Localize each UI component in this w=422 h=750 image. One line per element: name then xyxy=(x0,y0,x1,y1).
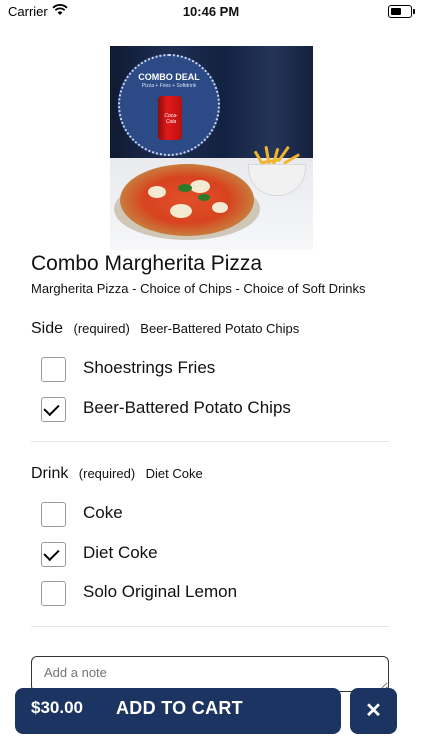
option-label: Coke xyxy=(83,503,123,522)
option-beer-battered-chips[interactable]: Beer-Battered Potato Chips xyxy=(41,397,381,425)
option-group-drink: Drink (required) Diet Coke xyxy=(31,465,203,483)
pizza-image xyxy=(120,164,254,236)
add-to-cart-button[interactable]: $30.00 ADD TO CART xyxy=(15,688,341,734)
status-bar: Carrier 10:46 PM xyxy=(0,0,422,24)
checkmark-icon xyxy=(43,544,60,562)
combo-deal-title: COMBO DEAL xyxy=(138,72,200,82)
divider xyxy=(31,626,389,627)
option-solo-original-lemon[interactable]: Solo Original Lemon xyxy=(41,581,381,609)
checkbox[interactable] xyxy=(41,397,66,422)
cheese-spot xyxy=(212,202,228,213)
note-input[interactable] xyxy=(31,656,389,692)
product-description: Margherita Pizza - Choice of Chips - Cho… xyxy=(31,281,366,296)
option-label: Diet Coke xyxy=(83,543,158,562)
option-coke[interactable]: Coke xyxy=(41,502,381,530)
cheese-spot xyxy=(148,186,166,198)
option-label: Solo Original Lemon xyxy=(83,582,238,601)
group-selected: Beer-Battered Potato Chips xyxy=(140,321,300,336)
battery-nub xyxy=(413,9,415,14)
soda-can-image: Coca-Cola xyxy=(158,96,182,140)
checkbox[interactable] xyxy=(41,581,66,606)
group-name: Drink xyxy=(31,465,69,482)
option-label: Beer-Battered Potato Chips xyxy=(83,398,291,417)
option-shoestrings-fries[interactable]: Shoestrings Fries xyxy=(41,357,381,385)
close-icon: ✕ xyxy=(365,700,382,722)
product-image: COMBO DEAL Pizza + Fries + Softdrink Coc… xyxy=(110,46,313,250)
cheese-spot xyxy=(170,204,192,218)
group-selected: Diet Coke xyxy=(145,466,203,481)
add-to-cart-label: ADD TO CART xyxy=(116,698,243,718)
divider xyxy=(31,441,389,442)
battery-fill xyxy=(391,8,401,15)
basil-leaf xyxy=(178,184,192,192)
basil-leaf xyxy=(198,194,210,201)
group-name: Side xyxy=(31,320,64,337)
checkbox[interactable] xyxy=(41,357,66,382)
cheese-spot xyxy=(190,180,210,193)
option-label: Shoestrings Fries xyxy=(83,358,216,377)
combo-deal-badge: COMBO DEAL Pizza + Fries + Softdrink Coc… xyxy=(118,54,220,156)
checkmark-icon xyxy=(43,399,60,417)
group-required: (required) xyxy=(73,321,130,336)
option-group-side: Side (required) Beer-Battered Potato Chi… xyxy=(31,320,299,338)
battery-icon xyxy=(388,5,415,18)
cart-price: $30.00 xyxy=(31,698,83,717)
group-required: (required) xyxy=(78,466,136,481)
option-diet-coke[interactable]: Diet Coke xyxy=(41,542,381,570)
close-button[interactable]: ✕ xyxy=(350,688,397,734)
product-title: Combo Margherita Pizza xyxy=(31,252,263,275)
checkbox[interactable] xyxy=(41,542,66,567)
combo-deal-subtitle: Pizza + Fries + Softdrink xyxy=(141,83,197,89)
can-label: Coca-Cola xyxy=(164,113,178,125)
checkbox[interactable] xyxy=(41,502,66,527)
status-time: 10:46 PM xyxy=(182,4,240,19)
